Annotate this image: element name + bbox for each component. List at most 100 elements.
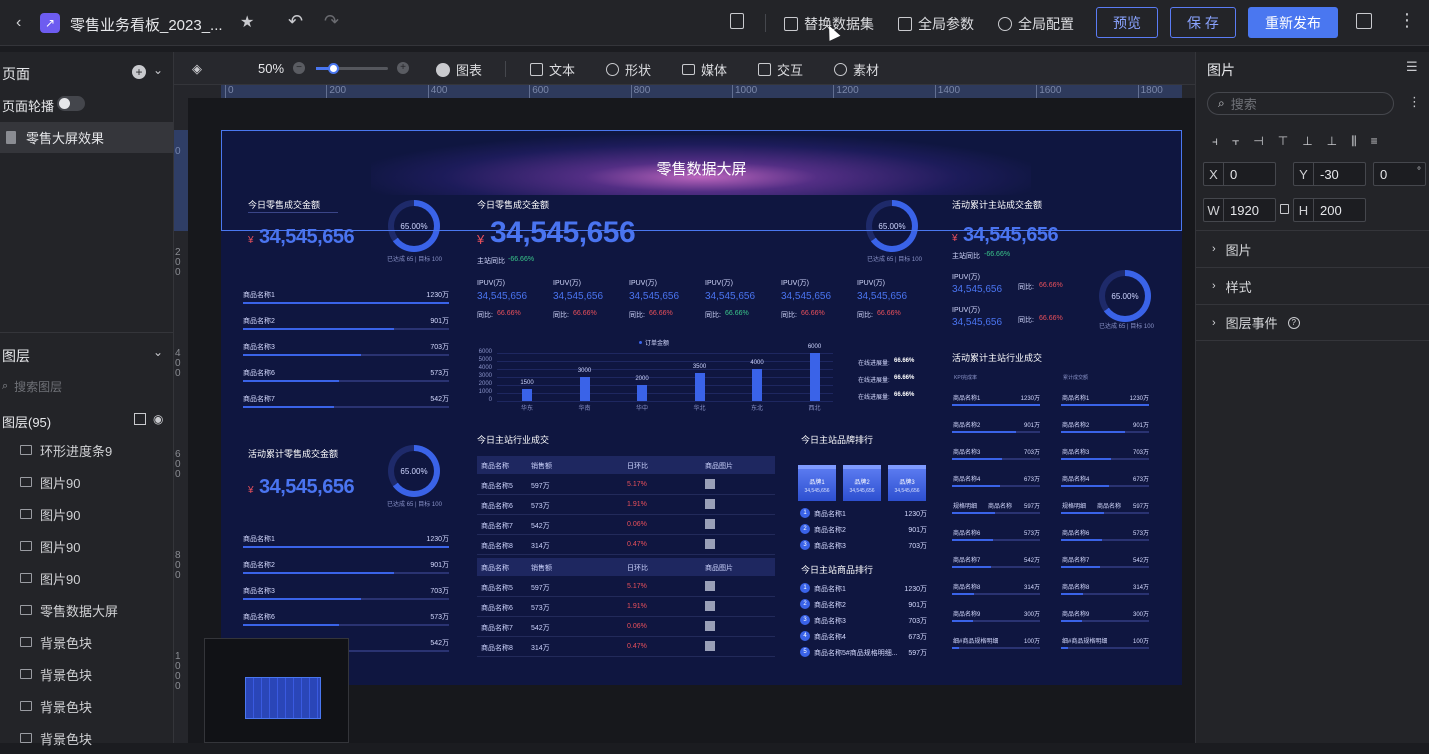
republish-button[interactable]: 重新发布 [1248,7,1338,38]
back-icon[interactable]: ‹ [16,14,28,32]
brand-name: 品牌3 [899,480,915,486]
property-search-input[interactable]: ⌕ 搜索 [1207,92,1394,115]
ring-caption: 已达成 65 | 目标 100 [1099,324,1154,330]
align-top-icon[interactable]: ⊤ [1278,134,1288,148]
panel-menu-icon[interactable]: ☰ [1406,59,1418,75]
bar-fill [1061,431,1126,433]
save-button[interactable]: 保 存 [1170,7,1236,38]
height-field[interactable]: H 200 [1293,198,1366,222]
table-cell: 0.06% [627,521,647,528]
y-tick-label: 5000 [478,357,492,363]
layer-item[interactable]: 图片90 [0,498,174,530]
zoom-slider[interactable] [316,63,388,74]
align-left-icon[interactable]: ⫞ [1212,134,1218,148]
external-link-icon[interactable] [1356,13,1372,29]
lock-ratio-icon[interactable] [1280,204,1289,214]
layer-item[interactable]: 背景色块 [0,690,174,722]
layer-type-icon [20,477,32,487]
preview-button[interactable]: 预览 [1096,7,1158,38]
table-cell: 597万 [531,585,550,592]
table-row: 商品名称6 573万 1.91% [477,495,775,515]
ipuv-label: IPUV(万) [477,280,505,287]
layer-item[interactable]: 环形进度条9 [0,434,174,466]
zoom-out-icon[interactable]: − [293,62,305,74]
gridline [497,385,833,386]
chart-note-value: 66.66% [894,392,915,398]
rank-name: 商品名称2 [814,602,846,609]
list-item-name: 商品名称1 [243,292,275,299]
table-cell: 商品名称5 [481,585,513,592]
brand-card[interactable]: 品牌2 34,545,656 [843,465,881,501]
list-item-value: 597万 [1023,504,1040,510]
x-field[interactable]: X0 [1203,162,1276,186]
selection-box[interactable] [221,130,1182,231]
section-image[interactable]: › 图片 [1196,230,1429,267]
layer-item-label: 背景色块 [40,635,93,651]
help-icon[interactable]: ? [1287,316,1300,329]
lock-icon[interactable] [730,13,744,29]
table-row: 商品名称7 542万 0.06% [477,617,775,637]
global-config-button[interactable]: 全局配置 [998,14,1074,34]
y-tick-label: 4000 [478,365,492,371]
align-bottom-icon[interactable]: ⊥ [1327,134,1337,148]
more-icon[interactable]: ⋮ [1408,94,1421,110]
eye-icon[interactable]: ◉ [153,412,163,426]
zoom-in-icon[interactable]: + [397,62,409,74]
align-vcenter-icon[interactable]: ⊥ [1302,134,1312,148]
distribute-v-icon[interactable]: ≡ [1371,134,1378,148]
layers-icon[interactable]: ◈ [192,61,202,77]
rotation-field[interactable]: 0 ° [1373,162,1426,186]
ipuv-value: 34,545,656 [952,317,1003,328]
chart-bar [579,377,590,401]
global-params-button[interactable]: 全局参数 [898,14,974,34]
width-field[interactable]: W 1920 [1203,198,1276,222]
ring-caption: 已达成 65 | 目标 100 [867,257,922,263]
align-hcenter-icon[interactable]: ⫟ [1232,134,1239,148]
brand-name: 品牌2 [854,480,870,486]
section-style[interactable]: › 样式 [1196,267,1429,304]
brand-value: 34,545,656 [804,488,830,494]
media-tool[interactable]: 媒体 [682,60,727,79]
y-field[interactable]: Y -30 [1293,162,1366,186]
brand-card[interactable]: 品牌1 34,545,656 [798,465,836,501]
add-page-icon[interactable]: + [132,65,146,79]
layer-item[interactable]: 图片90 [0,466,174,498]
minimap[interactable] [204,638,349,743]
layer-item[interactable]: 背景色块 [0,626,174,658]
layer-item[interactable]: 图片90 [0,530,174,562]
layer-item[interactable]: 零售数据大屏 [0,594,174,626]
star-icon[interactable]: ★ [240,12,254,32]
layer-search-input[interactable]: ⌕ 搜索图层 [2,376,168,396]
layer-item[interactable]: 背景色块 [0,658,174,690]
layer-type-icon [20,669,32,679]
layer-item[interactable]: 背景色块 [0,722,174,754]
carousel-toggle[interactable] [57,96,85,111]
undo-icon[interactable]: ↶ [288,11,303,32]
chart-tool[interactable]: 图表 [436,60,482,79]
progress-ring: 65.00% [1099,270,1151,322]
text-tool[interactable]: 文本 [530,60,575,79]
column-head: KPI完成率 [954,375,978,381]
table-header-cell: 销售额 [531,463,552,470]
bar-fill [1061,647,1069,649]
align-right-icon[interactable]: ⊣ [1253,134,1263,148]
section-layer-events[interactable]: › 图层事件? [1196,304,1429,341]
params-icon [898,17,912,31]
asset-tool[interactable]: 素材 [834,60,879,79]
interaction-tool[interactable]: 交互 [758,60,803,79]
page-item[interactable]: 零售大屏效果 [0,122,173,153]
document-title[interactable]: 零售业务看板_2023_... [70,14,223,35]
chevron-down-icon[interactable]: ⌄ [153,63,163,77]
distribute-h-icon[interactable]: ⫼ [1351,134,1357,148]
brand-card[interactable]: 品牌3 34,545,656 [888,465,926,501]
layer-item[interactable]: 图片90 [0,562,174,594]
chevron-down-icon[interactable]: ⌄ [153,345,163,359]
global-config-label: 全局配置 [1018,16,1074,32]
bar-fill [243,406,334,408]
list-item-name: 商品名称9 [953,612,981,618]
workspace[interactable]: 0 200 400 600 800 1000 1200 1400 1600 1800 0 200 40… [174,85,1195,743]
shape-tool[interactable]: 形状 [606,60,651,79]
more-icon[interactable]: ⋮ [1398,10,1416,31]
collapse-all-icon[interactable] [134,413,146,425]
redo-icon[interactable]: ↷ [324,11,339,32]
